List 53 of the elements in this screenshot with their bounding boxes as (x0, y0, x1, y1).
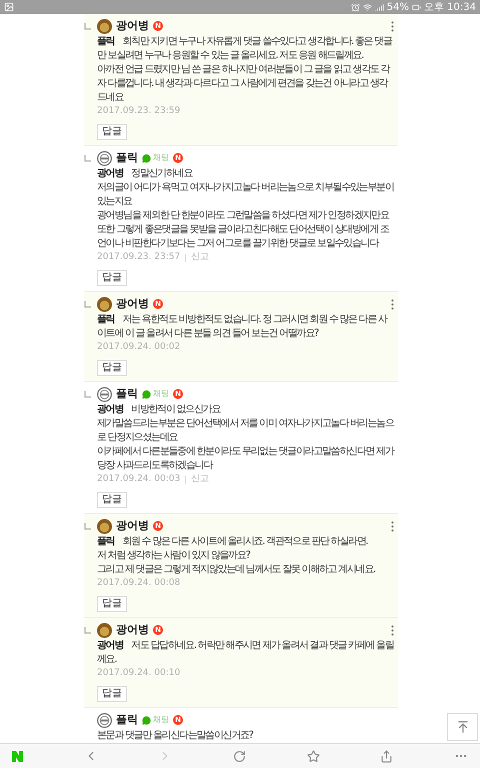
author-name[interactable]: 광어병 (116, 296, 149, 312)
chat-icon (142, 154, 151, 162)
avatar-icon (97, 18, 112, 34)
comment-text: 광어병 비방한적이 없으신가요 제가말씀드리는부분은 단어선택에서 저를 이미 여자나가지고놀다 버리는놈으로 단정지으셨는데요 이카페에서 다른분들중에 한분이라도 무리없는 댓글이라고말씀하신다면 제가 당장 사과드리도록하겠습니다 (97, 403, 394, 473)
clock: 오후 10:34 (424, 0, 476, 14)
comment-text: 광어병 저도 답답하네요. 허락만 해주시면 제가 올려서 결과 댓글 카페에 올릴께요. (97, 639, 394, 667)
more-icon[interactable] (391, 20, 394, 32)
comment-date: 2017.09.24. 00:02 (97, 342, 180, 353)
more-icon[interactable] (391, 624, 394, 636)
reply-button[interactable]: 답글 (97, 124, 127, 140)
naver-logo-icon[interactable] (12, 750, 23, 762)
comment-date: 2017.09.24. 00:08 (97, 578, 180, 589)
gallery-icon (4, 2, 14, 12)
avatar-icon (97, 386, 112, 402)
chat-icon (142, 716, 151, 724)
more-icon[interactable] (391, 298, 394, 310)
avatar-icon (97, 518, 112, 534)
comment-text: 광어병 정말신기하네요 저의글이 어디가 욕먹고 여자나가지고놀다 버리는놈으로 치부될수있는부분이 있는지요 광어병님을 제외한 단 한분이라도 그런말씀을 하셨다면 제가 인정하겠지만요 또한 그렇게 좋은댓글을 못받을 글이라고친다해도 단어선택이 상대방에게 조언이나 비판한다기보다는 그저 어그로를 끌기위한 댓글로 보일수있습니다 (97, 167, 394, 251)
comment-date: 2017.09.23. 23:57 (97, 252, 180, 263)
avatar-icon (97, 712, 112, 728)
comment-date: 2017.09.24. 00:03 (97, 474, 180, 485)
share-icon[interactable] (380, 750, 394, 762)
alarm-icon (350, 2, 360, 12)
chat-icon (142, 390, 151, 398)
battery-icon (412, 2, 421, 12)
author-name[interactable]: 광어병 (116, 18, 149, 34)
avatar-icon (97, 150, 112, 166)
reply-button[interactable]: 답글 (97, 270, 127, 286)
bookmark-icon[interactable] (306, 750, 320, 762)
reply-button[interactable]: 답글 (97, 492, 127, 508)
author-name[interactable]: 플릭 (116, 150, 138, 166)
reply-button[interactable]: 답글 (97, 686, 127, 702)
author-name[interactable]: 플릭 (116, 712, 138, 728)
more-icon[interactable] (391, 520, 394, 532)
avatar-icon (97, 622, 112, 638)
comment-text: 플릭 회원 수 많은 다른 사이트에 올리시죠. 객관적으로 판단 하실라면. 저 처럼 생각하는 사람이 있지 않을까요? 그리고 제 댓글은 그렇게 적지않았는데 님께서도 잘못 이해하고 계시네요. (97, 535, 376, 577)
battery-percent: 54% (386, 0, 409, 14)
author-name[interactable]: 광어병 (116, 622, 149, 638)
reply-button[interactable]: 답글 (97, 596, 127, 612)
author-name[interactable]: 플릭 (116, 386, 138, 402)
author-name[interactable]: 광어병 (116, 518, 149, 534)
avatar-icon (97, 296, 112, 312)
comment-date: 2017.09.24. 00:10 (97, 668, 180, 679)
refresh-icon[interactable] (232, 750, 246, 762)
comment-text: 플릭 회칙만 지키면 누구나 자유롭게 댓글 쓸수있다고 생각합니다. 좋은 댓글만 보실려면 누구나 응원할 수 있는 글 올리세요. 저도 응원 해드릴께요. 아까전 언급 드렸지만 님 쓴 글은 하나지만 여러분들이 그 글을 읽고 생각도 각자 다를껍니다. 내 생각과 다르다고 그 사람에게 편견을 갖는건 아니라고 생각드네요 (97, 35, 394, 105)
comment-text: 본문과 댓글만 올리신다는말씀이신거죠? (97, 729, 254, 743)
comment-text: 플릭 저는 욕한적도 비방한적도 없습니다. 정 그러시면 회원 수 많은 다른 사이트에 이 글 올려서 다른 분들 의견 들어 보는건 어떨까요? (97, 313, 388, 341)
arrow-up-icon (456, 720, 470, 734)
wifi-icon (362, 2, 372, 12)
comment-date: 2017.09.23. 23:59 (97, 106, 180, 117)
signal-icon (374, 2, 384, 12)
scroll-top-button[interactable] (447, 713, 478, 741)
reply-button[interactable]: 답글 (97, 360, 127, 376)
